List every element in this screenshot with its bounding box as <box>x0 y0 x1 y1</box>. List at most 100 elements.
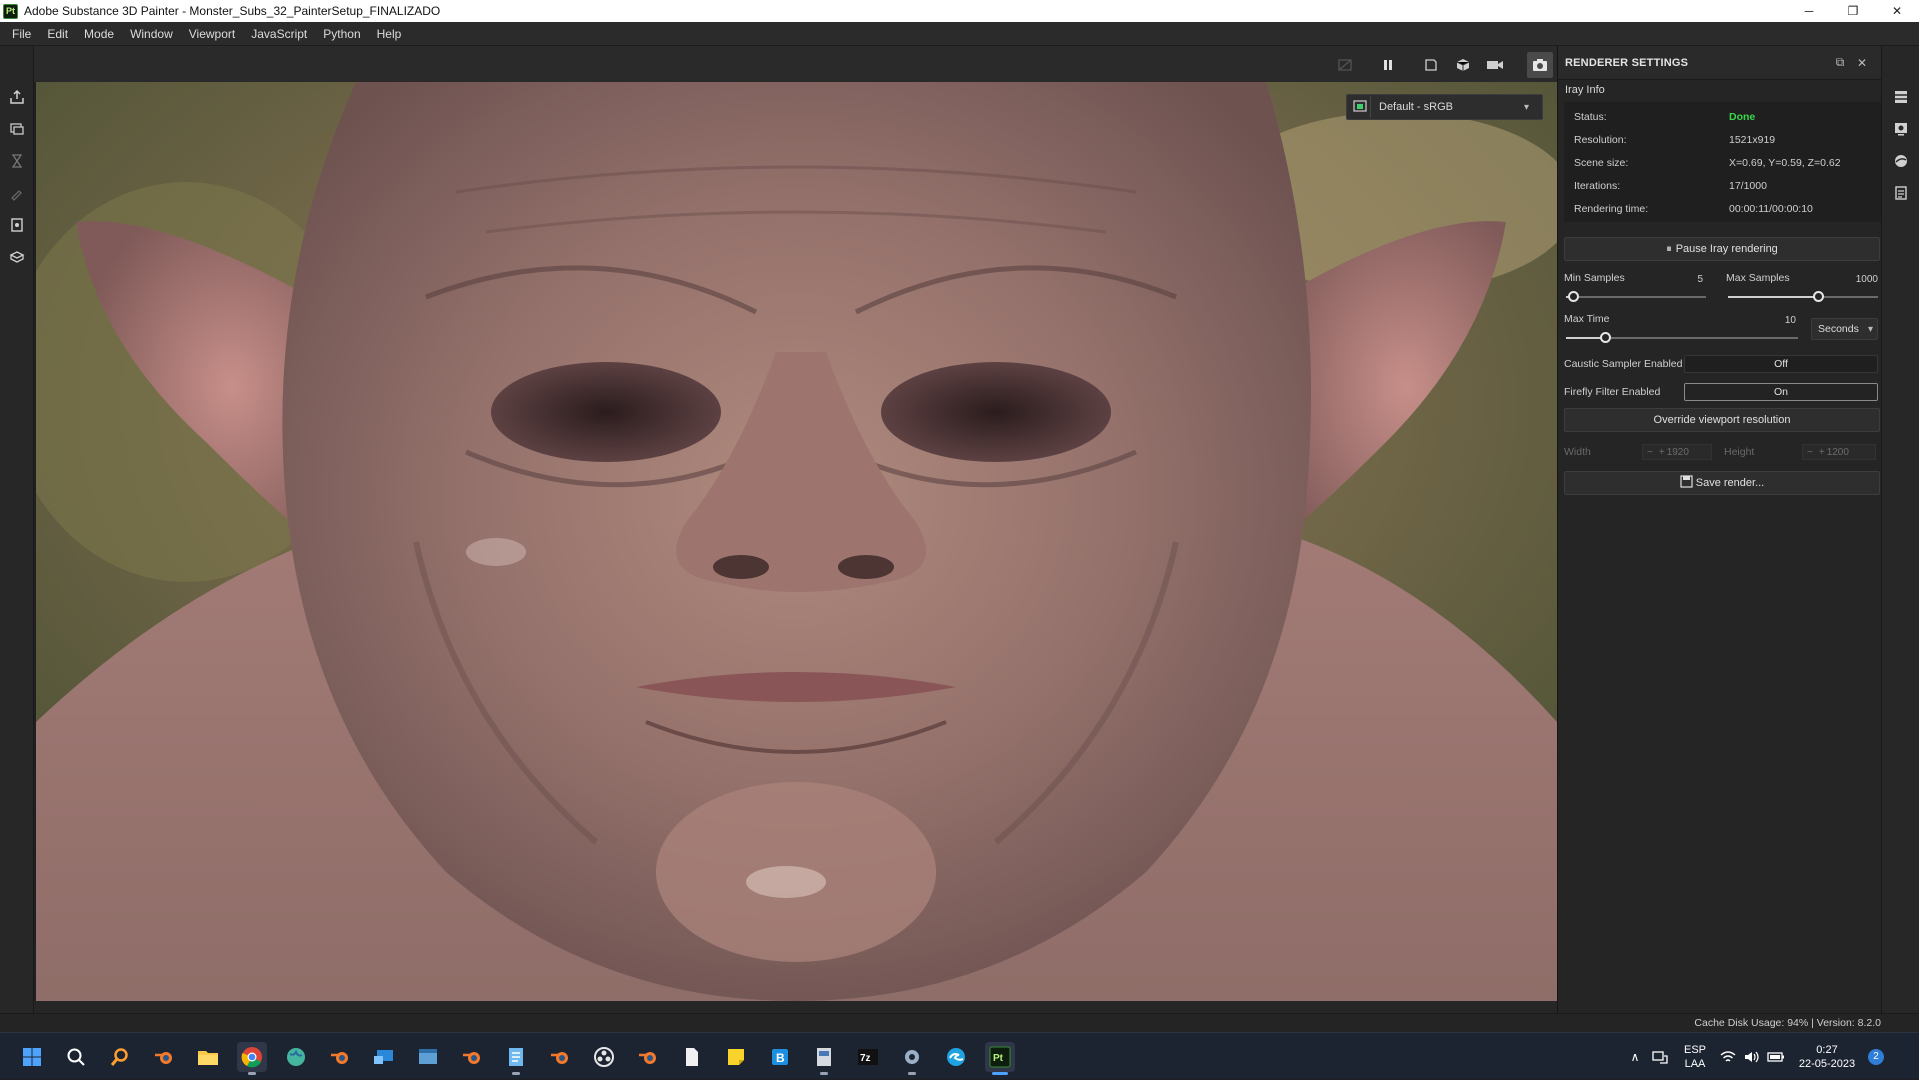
search-tool-icon[interactable] <box>105 1042 135 1072</box>
layers-icon[interactable] <box>1892 88 1910 106</box>
document-viewer-icon[interactable] <box>809 1042 839 1075</box>
3d-viewport[interactable] <box>36 82 1557 1001</box>
obs-icon[interactable] <box>589 1042 619 1072</box>
menu-help[interactable]: Help <box>369 22 410 46</box>
panel-title: RENDERER SETTINGS <box>1565 56 1689 69</box>
max-time-thumb[interactable] <box>1600 332 1612 343</box>
battery-icon[interactable] <box>1764 1051 1788 1063</box>
blender-icon-5[interactable] <box>633 1042 663 1072</box>
2d-view-icon[interactable] <box>1420 54 1442 76</box>
no-display-icon[interactable] <box>1334 54 1356 76</box>
globe-app-icon[interactable] <box>281 1042 311 1072</box>
min-samples-thumb[interactable] <box>1568 291 1579 302</box>
maximize-button[interactable]: ❐ <box>1831 0 1875 22</box>
pause-icon[interactable] <box>1377 54 1399 76</box>
blender-icon-2[interactable] <box>325 1042 355 1072</box>
resolution-label: Resolution: <box>1574 134 1627 146</box>
firefly-toggle[interactable]: On <box>1684 383 1878 401</box>
brush-icon[interactable] <box>8 184 26 202</box>
display-icon[interactable] <box>1892 120 1910 138</box>
window-manager-icon[interactable] <box>413 1042 443 1072</box>
notepad-running-indicator <box>512 1072 520 1075</box>
system-tray: ∧ ESP LAA 0:27 22-05-2023 2 <box>1624 1033 1884 1080</box>
clipboard-icon[interactable] <box>1892 184 1910 202</box>
caustic-toggle[interactable]: Off <box>1684 355 1878 373</box>
max-time-slider[interactable] <box>1566 332 1798 343</box>
sticky-notes-icon[interactable] <box>721 1042 751 1072</box>
status-bar: Cache Disk Usage: 94% | Version: 8.2.0 <box>0 1013 1919 1032</box>
iray-info-heading: Iray Info <box>1565 84 1605 96</box>
keyboard-layout: LAA <box>1684 1057 1706 1070</box>
edge-icon[interactable] <box>941 1042 971 1072</box>
minimize-button[interactable]: ─ <box>1787 0 1831 22</box>
menu-viewport[interactable]: Viewport <box>181 22 243 46</box>
display-settings-icon[interactable] <box>1349 96 1371 118</box>
max-samples-fill <box>1728 296 1818 298</box>
7zip-icon[interactable]: 7z <box>853 1042 883 1072</box>
menu-edit[interactable]: Edit <box>39 22 76 46</box>
blender-icon-4[interactable] <box>545 1042 575 1072</box>
search-icon[interactable] <box>61 1042 91 1072</box>
start-icon[interactable] <box>17 1042 47 1072</box>
settings-gear-icon[interactable] <box>897 1042 927 1075</box>
menu-python[interactable]: Python <box>315 22 368 46</box>
width-field: − + 1920 <box>1642 444 1712 460</box>
clock[interactable]: 0:27 22-05-2023 <box>1792 1043 1862 1071</box>
status-label: Status: <box>1574 111 1607 123</box>
b-app-icon[interactable]: B <box>765 1042 795 1072</box>
file-icon[interactable] <box>677 1042 707 1072</box>
height-decrement-icon: − <box>1807 446 1813 458</box>
hourglass-icon[interactable] <box>8 152 26 170</box>
volume-icon[interactable] <box>1740 1050 1764 1064</box>
pause-iray-button[interactable]: ⏸ Pause Iray rendering <box>1564 237 1880 261</box>
screenshot-icon[interactable] <box>1527 52 1553 78</box>
substance-painter-taskbar-icon[interactable]: Pt <box>985 1042 1015 1075</box>
mesh-icon[interactable] <box>8 248 26 266</box>
height-value: 1200 <box>1826 446 1849 458</box>
window-controls: ─ ❐ ✕ <box>1787 0 1919 22</box>
environment-icon[interactable] <box>1892 152 1910 170</box>
viewport-bottom-bar <box>34 1001 1557 1013</box>
viewport-toolbar <box>34 46 1557 82</box>
blender-icon-3[interactable] <box>457 1042 487 1072</box>
max-samples-thumb[interactable] <box>1813 291 1824 302</box>
notification-badge[interactable]: 2 <box>1868 1048 1884 1065</box>
title-bar: Pt Adobe Substance 3D Painter - Monster_… <box>0 0 1919 22</box>
max-samples-value: 1000 <box>1855 274 1878 285</box>
remote-desktop-icon[interactable] <box>369 1042 399 1072</box>
menu-window[interactable]: Window <box>122 22 181 46</box>
blender-icon[interactable] <box>149 1042 179 1072</box>
svg-text:7z: 7z <box>860 1053 871 1064</box>
colorspace-selector[interactable]: Default - sRGB ▾ <box>1346 94 1543 120</box>
language-indicator[interactable]: ESP LAA <box>1674 1043 1716 1071</box>
override-resolution-button[interactable]: Override viewport resolution <box>1564 408 1880 432</box>
rendering-time-label: Rendering time: <box>1574 203 1649 215</box>
chevron-up-icon[interactable]: ∧ <box>1624 1050 1646 1064</box>
file-explorer-icon[interactable] <box>193 1042 223 1072</box>
save-render-button[interactable]: Save render... <box>1564 471 1880 495</box>
menu-file[interactable]: File <box>4 22 39 46</box>
texture-set-icon[interactable] <box>8 120 26 138</box>
close-window-button[interactable]: ✕ <box>1875 0 1919 22</box>
max-samples-slider[interactable] <box>1728 291 1878 302</box>
export-icon[interactable] <box>8 88 26 106</box>
document-icon[interactable] <box>8 216 26 234</box>
notepad-icon[interactable] <box>501 1042 531 1075</box>
height-increment-icon: + <box>1818 446 1825 458</box>
close-panel-icon[interactable]: ✕ <box>1851 52 1873 74</box>
min-samples-slider[interactable] <box>1566 291 1706 302</box>
colorspace-label: Default - sRGB <box>1379 101 1453 113</box>
chevron-down-icon: ▾ <box>1524 101 1530 113</box>
3d-cube-icon[interactable] <box>1452 54 1474 76</box>
float-panel-icon[interactable]: ⧉ <box>1829 52 1851 74</box>
camera-icon[interactable] <box>1484 54 1506 76</box>
save-disk-icon <box>1680 475 1693 491</box>
menu-javascript[interactable]: JavaScript <box>243 22 315 46</box>
svg-text:B: B <box>776 1051 785 1065</box>
window-title: Adobe Substance 3D Painter - Monster_Sub… <box>24 4 441 18</box>
time-unit-dropdown[interactable]: Seconds ▾ <box>1811 318 1878 340</box>
wifi-icon[interactable] <box>1716 1050 1740 1064</box>
chrome-icon[interactable] <box>237 1042 267 1075</box>
menu-mode[interactable]: Mode <box>76 22 122 46</box>
network-monitor-icon[interactable] <box>1646 1050 1674 1064</box>
